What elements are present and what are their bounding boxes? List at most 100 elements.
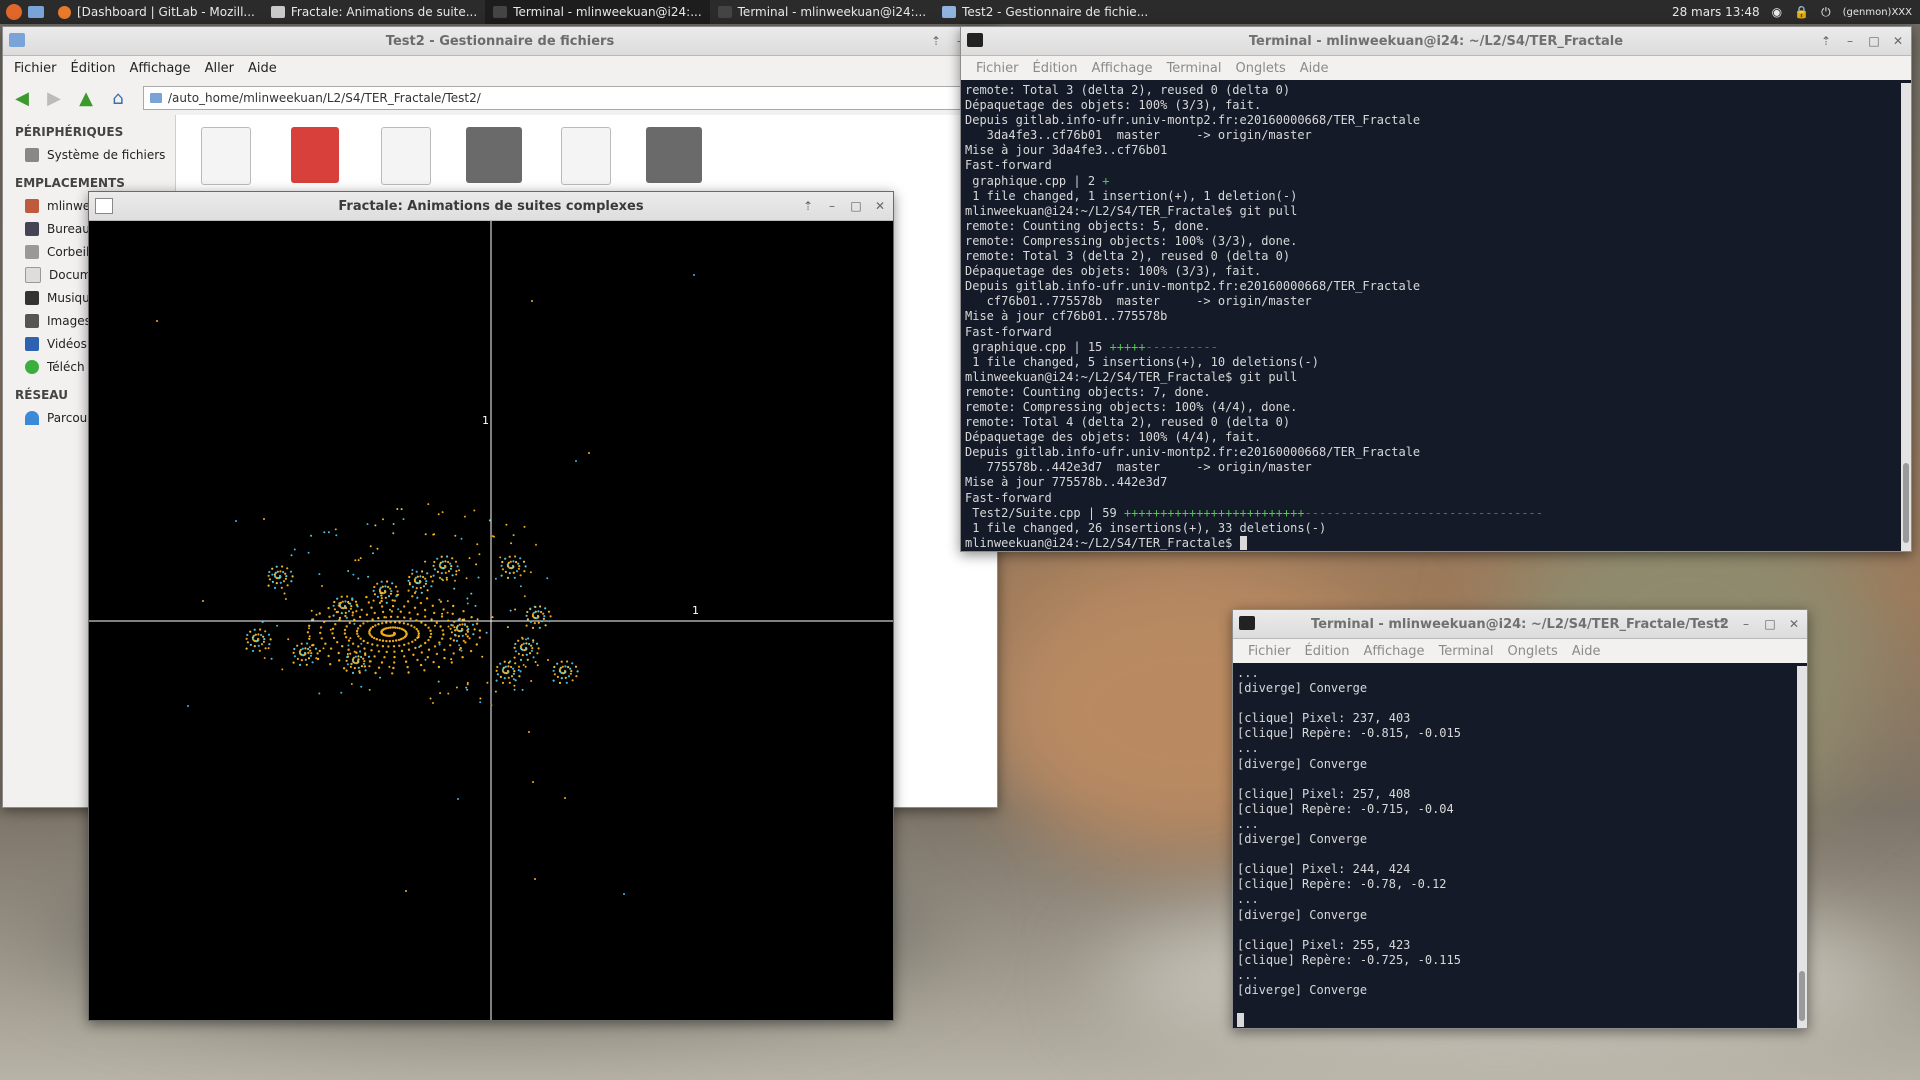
executable-hammer-icon[interactable] — [291, 127, 339, 183]
shade-button[interactable]: ⇡ — [1819, 34, 1833, 48]
terminal-2-scrollbar[interactable] — [1797, 666, 1807, 1028]
menu-fichier[interactable]: Fichier — [7, 61, 64, 76]
scrollbar-thumb[interactable] — [1903, 463, 1909, 543]
orbit-point — [286, 567, 289, 570]
menu-onglets[interactable]: Onglets — [1501, 644, 1565, 659]
power-icon[interactable]: ⏻ — [1821, 5, 1831, 20]
terminal-2-titlebar[interactable]: Terminal - mlinweekuan@i24: ~/L2/S4/TER_… — [1233, 610, 1807, 639]
orbit-point — [370, 606, 373, 609]
shade-button[interactable]: ⇡ — [929, 34, 943, 48]
shade-button[interactable]: ⇡ — [1715, 617, 1729, 631]
source-file-icon[interactable] — [561, 127, 611, 185]
network-icon[interactable]: ◉ — [1772, 5, 1782, 19]
scrollbar-thumb[interactable] — [1799, 971, 1805, 1021]
home-icon[interactable]: ⌂ — [105, 86, 131, 110]
orbit-point — [529, 620, 532, 623]
file-manager-titlebar[interactable]: Test2 - Gestionnaire de fichiers ⇡ – □ — [3, 27, 997, 56]
minimize-button[interactable]: – — [1739, 617, 1753, 631]
terminal-1-output[interactable]: remote: Total 3 (delta 2), reused 0 (del… — [961, 83, 1899, 551]
orbit-point — [365, 595, 368, 599]
close-button[interactable]: ✕ — [1891, 34, 1905, 48]
terminal-icon[interactable] — [967, 33, 983, 47]
menu-aller[interactable]: Aller — [198, 61, 241, 76]
parent-folder-icon[interactable]: ▲ — [73, 86, 99, 110]
maximize-button[interactable]: □ — [1763, 617, 1777, 631]
orbit-point — [479, 701, 482, 704]
orbit-point — [284, 598, 287, 600]
orbit-point — [343, 632, 347, 635]
files-launcher-icon[interactable] — [28, 6, 44, 18]
taskbar-item-terminal-1[interactable]: Terminal - mlinweekuan@i24:... — [485, 0, 710, 24]
taskbar-item-filemanager[interactable]: Test2 - Gestionnaire de fichie... — [934, 0, 1156, 24]
orbit-point — [385, 616, 388, 619]
minimize-button[interactable]: – — [1843, 34, 1857, 48]
menu-terminal[interactable]: Terminal — [1432, 644, 1501, 659]
gear-icon[interactable] — [646, 127, 702, 183]
orbit-point — [383, 656, 386, 659]
orbit-point — [494, 577, 497, 580]
menu-aide[interactable]: Aide — [1565, 644, 1608, 659]
minimize-button[interactable]: – — [825, 199, 839, 213]
download-icon — [25, 359, 39, 374]
orbit-point — [293, 548, 296, 551]
menu-terminal[interactable]: Terminal — [1160, 61, 1229, 76]
menu-fichier[interactable]: Fichier — [1241, 644, 1298, 659]
orbit-point — [521, 636, 523, 639]
orbit-point — [523, 595, 526, 598]
taskbar-item-firefox[interactable]: [Dashboard | GitLab - Mozill... — [50, 0, 263, 24]
orbit-point — [499, 662, 502, 665]
menu-edition[interactable]: Édition — [1026, 61, 1085, 76]
orbit-point — [360, 655, 363, 659]
orbit-point — [382, 518, 384, 521]
window-menu-icon[interactable] — [9, 33, 25, 47]
orbit-point — [318, 649, 321, 653]
orbit-point — [560, 660, 563, 663]
orbit-point — [420, 591, 423, 594]
orbit-point — [246, 633, 249, 637]
source-file-icon[interactable] — [381, 127, 431, 185]
forward-icon[interactable]: ▶ — [41, 86, 67, 110]
orbit-point — [537, 610, 540, 613]
orbit-point — [391, 672, 394, 675]
close-button[interactable]: ✕ — [1787, 617, 1801, 631]
taskbar-item-terminal-2[interactable]: Terminal - mlinweekuan@i24:... — [710, 0, 934, 24]
menu-affichage[interactable]: Affichage — [122, 61, 197, 76]
orbit-point — [478, 553, 481, 556]
lock-icon[interactable]: 🔒 — [1794, 5, 1809, 19]
menu-onglets[interactable]: Onglets — [1229, 61, 1293, 76]
fractal-titlebar[interactable]: Fractale: Animations de suites complexes… — [89, 192, 893, 221]
location-bar[interactable]: /auto_home/mlinweekuan/L2/S4/TER_Fractal… — [143, 86, 961, 110]
terminal-icon[interactable] — [1239, 616, 1255, 630]
menu-edition[interactable]: Édition — [64, 61, 123, 76]
menu-affichage[interactable]: Affichage — [1356, 644, 1431, 659]
orbit-point — [344, 600, 347, 603]
menu-edition[interactable]: Édition — [1298, 644, 1357, 659]
text-file-icon[interactable] — [201, 127, 251, 185]
menu-fichier[interactable]: Fichier — [969, 61, 1026, 76]
clock[interactable]: 28 mars 13:48 — [1672, 5, 1760, 19]
menu-aide[interactable]: Aide — [1293, 61, 1336, 76]
fractal-canvas[interactable]: 1 1 — [89, 221, 893, 1020]
orbit-point — [479, 697, 482, 700]
orbit-point — [453, 626, 456, 629]
close-button[interactable]: ✕ — [873, 199, 887, 213]
terminal-1-titlebar[interactable]: Terminal - mlinweekuan@i24: ~/L2/S4/TER_… — [961, 27, 1911, 56]
orbit-point — [392, 666, 395, 670]
orbit-point — [300, 642, 303, 645]
maximize-button[interactable]: □ — [1867, 34, 1881, 48]
window-menu-icon[interactable] — [95, 198, 113, 214]
orbit-point — [394, 585, 398, 588]
maximize-button[interactable]: □ — [849, 199, 863, 213]
orbit-point — [437, 665, 441, 669]
shade-button[interactable]: ⇡ — [801, 199, 815, 213]
terminal-1-scrollbar[interactable] — [1901, 83, 1911, 551]
app-menu-icon[interactable] — [6, 4, 22, 20]
taskbar-item-fractal[interactable]: Fractale: Animations de suite... — [263, 0, 485, 24]
gear-icon[interactable] — [466, 127, 522, 183]
terminal-2-output[interactable]: ... [diverge] Converge [clique] Pixel: 2… — [1233, 666, 1797, 1028]
back-icon[interactable]: ◀ — [9, 86, 35, 110]
menu-aide[interactable]: Aide — [241, 61, 284, 76]
orbit-point — [569, 667, 572, 670]
menu-affichage[interactable]: Affichage — [1084, 61, 1159, 76]
sidebar-item-filesystem[interactable]: Système de fichiers — [3, 143, 175, 166]
